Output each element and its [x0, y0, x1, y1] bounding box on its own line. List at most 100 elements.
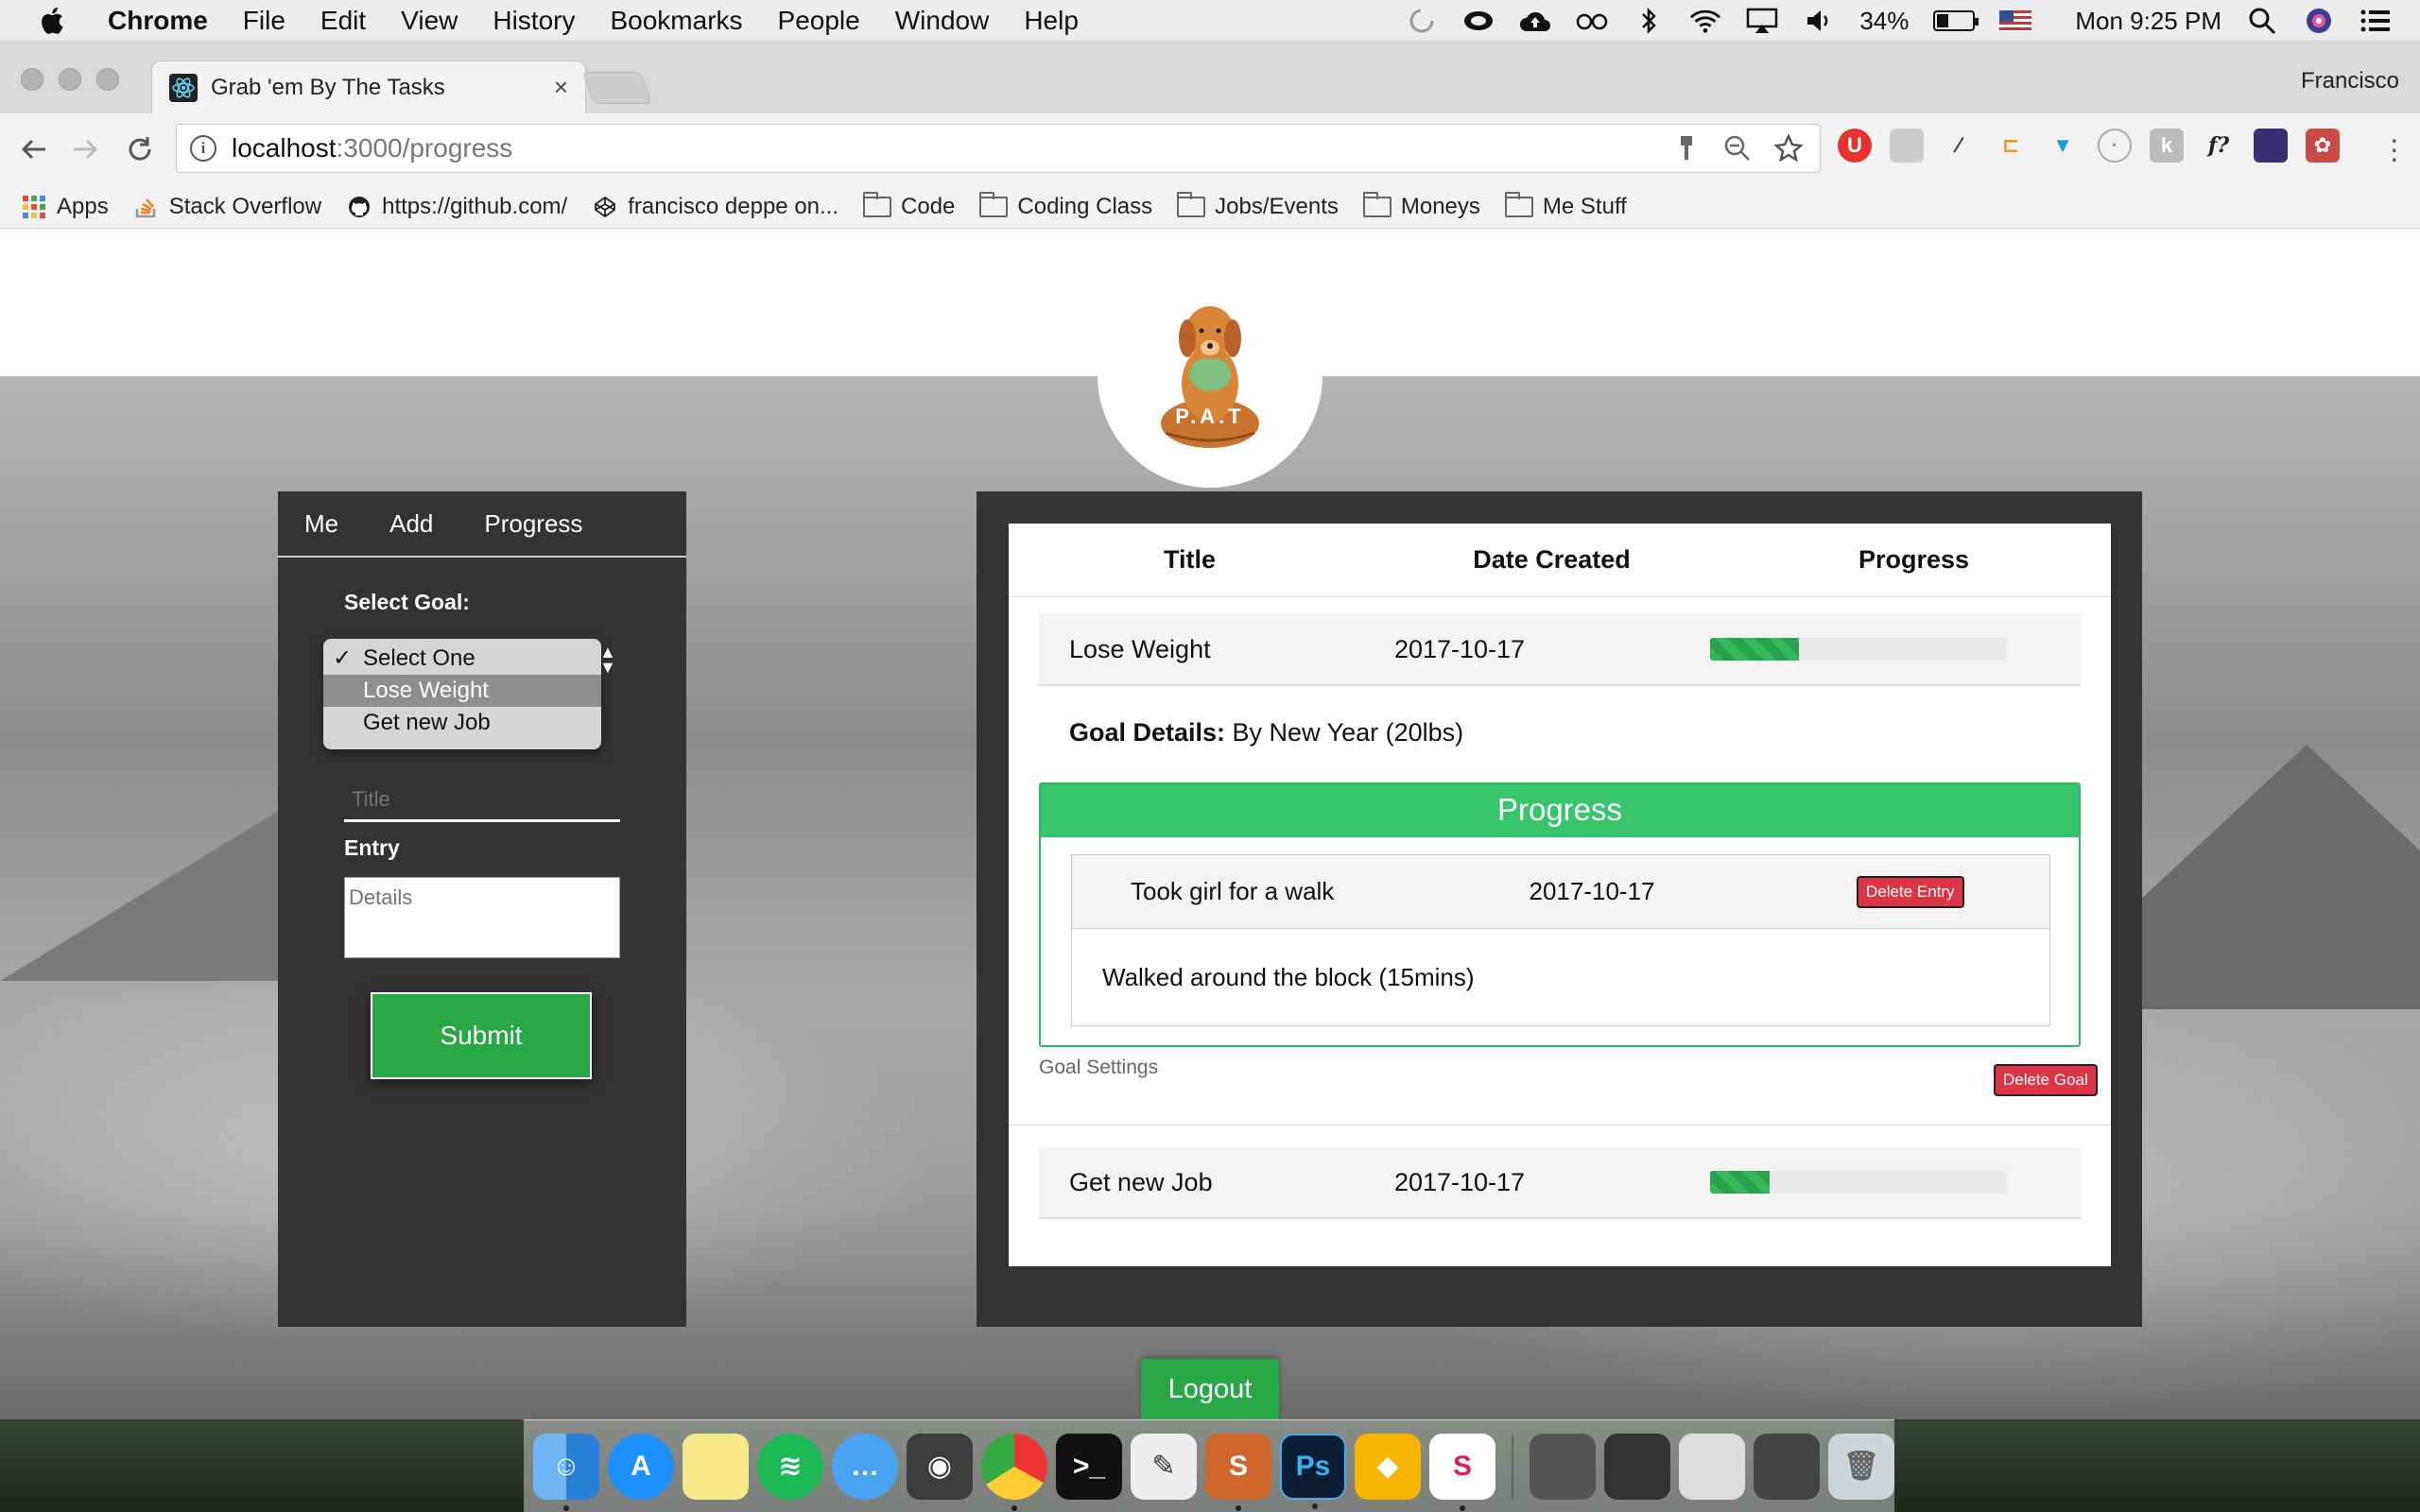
drive-extension-icon[interactable] [1890, 129, 1924, 163]
messages-icon[interactable]: … [832, 1433, 898, 1500]
bookmark-github[interactable]: https://github.com/ [346, 194, 567, 220]
nav-progress[interactable]: Progress [484, 509, 582, 539]
battery-icon[interactable] [1933, 10, 1979, 31]
notification-center-icon[interactable] [2360, 7, 2392, 35]
menu-bookmarks[interactable]: Bookmarks [610, 6, 742, 36]
bookmark-star-icon[interactable] [1774, 134, 1803, 163]
k-extension-icon[interactable]: k [2150, 129, 2184, 163]
bluetooth-icon[interactable] [1633, 7, 1665, 35]
textedit-icon[interactable]: ✎ [1131, 1433, 1197, 1500]
new-tab-button[interactable] [581, 72, 653, 104]
us-flag-icon[interactable] [1999, 10, 2032, 31]
entry-header[interactable]: Took girl for a walk 2017-10-17 Delete E… [1072, 855, 2049, 929]
notes-icon[interactable] [683, 1433, 749, 1500]
spotlight-search-icon[interactable] [2246, 7, 2278, 35]
creative-cloud-icon[interactable] [1462, 7, 1495, 35]
site-info-icon[interactable]: i [190, 135, 216, 162]
clock[interactable]: Mon 9:25 PM [2075, 7, 2221, 36]
finder-icon[interactable]: ☺ [533, 1433, 599, 1511]
photoshop-icon[interactable]: Ps [1280, 1433, 1346, 1509]
volume-icon[interactable] [1803, 7, 1835, 35]
sublime-text-icon[interactable]: S [1205, 1433, 1271, 1511]
bookmark-folder-moneys[interactable]: Moneys [1362, 191, 1480, 220]
bookmark-apps[interactable]: Apps [23, 194, 109, 220]
siri-icon[interactable] [2303, 7, 2335, 35]
logout-button[interactable]: Logout [1141, 1359, 1279, 1419]
close-window-button[interactable] [21, 68, 43, 91]
bookmark-stack-overflow[interactable]: Stack Overflow [133, 194, 321, 220]
bookmark-folder-me-stuff[interactable]: Me Stuff [1504, 191, 1627, 220]
spotify-icon[interactable]: ≋ [757, 1433, 823, 1500]
minimized-window-icon[interactable] [1530, 1433, 1596, 1500]
chrome-icon[interactable] [981, 1433, 1047, 1511]
minimized-window-icon[interactable] [1754, 1433, 1820, 1500]
gear-extension-icon[interactable]: ✿ [2306, 129, 2340, 163]
json-extension-icon[interactable]: · [2098, 129, 2132, 163]
eyedropper-extension-icon[interactable]: ⁄ [1942, 129, 1976, 163]
submit-button[interactable]: Submit [371, 992, 592, 1079]
select-option[interactable]: Lose Weight [323, 675, 601, 707]
slack-icon[interactable]: S [1429, 1433, 1495, 1511]
minimized-window-icon[interactable] [1679, 1433, 1745, 1500]
apple-icon[interactable] [36, 4, 70, 38]
back-arrow-icon[interactable] [15, 130, 53, 168]
trash-icon[interactable]: 🗑 [1828, 1433, 1894, 1500]
disk-utility-icon[interactable]: ◉ [907, 1433, 973, 1500]
menu-app-name[interactable]: Chrome [108, 6, 208, 36]
cloud-upload-icon[interactable] [1519, 7, 1551, 35]
zoom-out-icon[interactable] [1723, 134, 1752, 163]
react-devtools-extension-icon[interactable] [2254, 129, 2288, 163]
tab-close-icon[interactable]: × [554, 73, 568, 102]
bookmark-folder-coding-class[interactable]: Coding Class [979, 191, 1152, 220]
bookmark-folder-jobs-events[interactable]: Jobs/Events [1177, 191, 1339, 220]
zoom-window-button[interactable] [96, 68, 119, 91]
react-favicon-icon [169, 73, 198, 102]
menu-history[interactable]: History [493, 6, 575, 36]
details-textarea[interactable] [344, 877, 620, 958]
reload-icon[interactable] [121, 130, 159, 168]
menu-view[interactable]: View [401, 6, 458, 36]
bookmark-folder-code[interactable]: Code [863, 191, 955, 220]
nav-add[interactable]: Add [389, 509, 433, 539]
vue-extension-icon[interactable]: ▼ [2046, 129, 2080, 163]
select-arrows-icon[interactable]: ▲ ▼ [599, 644, 616, 676]
delete-goal-button[interactable]: Delete Goal [1994, 1064, 2098, 1096]
extension-icons: U ⁄ ⊏ ▼ · k f? ✿ [1838, 129, 2340, 163]
browser-tab[interactable]: Grab 'em By The Tasks × [151, 60, 586, 113]
terminal-icon[interactable]: >_ [1056, 1433, 1122, 1500]
airplay-icon[interactable] [1746, 7, 1778, 35]
minimized-window-icon[interactable] [1604, 1433, 1670, 1500]
menu-window[interactable]: Window [895, 6, 990, 36]
menu-people[interactable]: People [778, 6, 860, 36]
nav-me[interactable]: Me [304, 509, 338, 539]
ruler-extension-icon[interactable]: ⊏ [1994, 129, 2028, 163]
wifi-icon[interactable] [1689, 7, 1721, 35]
logo[interactable]: P.A.T [1098, 263, 1322, 488]
table-row[interactable]: Lose Weight 2017-10-17 [1039, 614, 2081, 686]
ublock-extension-icon[interactable]: U [1838, 129, 1872, 163]
forward-arrow-icon[interactable] [66, 130, 104, 168]
menu-file[interactable]: File [243, 6, 285, 36]
loading-spinner-icon[interactable] [1406, 7, 1438, 35]
address-bar[interactable]: i localhost:3000/progress [176, 124, 1821, 173]
profile-name[interactable]: Francisco [2301, 68, 2399, 94]
table-row[interactable]: Get new Job 2017-10-17 [1039, 1147, 2081, 1219]
title-input[interactable] [344, 779, 620, 822]
select-option[interactable]: ✓ Select One [323, 643, 601, 675]
chrome-menu-icon[interactable]: · · · [2389, 124, 2399, 173]
goal-settings-label[interactable]: Goal Settings [1039, 1057, 1158, 1079]
menu-edit[interactable]: Edit [320, 6, 366, 36]
key-icon[interactable] [1672, 134, 1701, 163]
battery-percent: 34% [1859, 6, 1910, 35]
sketch-icon[interactable]: ◆ [1355, 1433, 1421, 1500]
goal-select-dropdown[interactable]: ✓ Select One Lose Weight Get new Job [323, 639, 601, 749]
bookmark-codepen[interactable]: francisco deppe on... [592, 194, 838, 220]
delete-entry-button[interactable]: Delete Entry [1857, 875, 1964, 908]
menu-help[interactable]: Help [1024, 6, 1079, 36]
minimize-window-button[interactable] [59, 68, 81, 91]
entry-label: Entry [344, 835, 400, 860]
glasses-icon[interactable] [1576, 7, 1608, 35]
select-option[interactable]: Get new Job [323, 707, 601, 739]
app-store-icon[interactable]: A [608, 1433, 674, 1500]
whatfont-extension-icon[interactable]: f? [2202, 129, 2236, 163]
